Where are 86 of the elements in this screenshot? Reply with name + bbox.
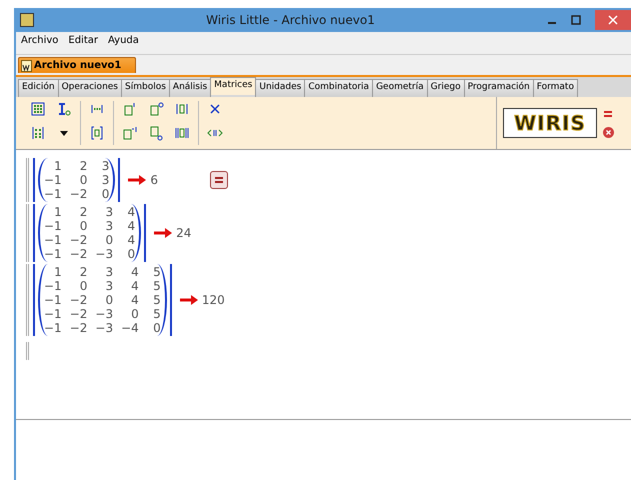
matrix-grid-icon[interactable] <box>30 101 46 117</box>
matrix-entry: −3 <box>95 247 114 261</box>
toolbar-tab[interactable]: Análisis <box>168 79 212 97</box>
matrix-entry: 0 <box>104 293 114 307</box>
result-value: 24 <box>176 226 192 240</box>
toolbar-tab[interactable]: Formato <box>532 79 578 97</box>
arrow-icon <box>128 175 146 185</box>
matrix-entry: −1 <box>44 307 62 321</box>
result-value: 6 <box>150 173 158 187</box>
toolbar-tab[interactable]: Operaciones <box>58 79 122 97</box>
toolbar-tab[interactable]: Geometría <box>372 79 428 97</box>
result-value: 120 <box>202 293 225 307</box>
menu-item[interactable]: Editar <box>67 35 99 51</box>
matrix-entry: 2 <box>78 159 88 173</box>
matrix-columns-icon[interactable] <box>30 125 46 141</box>
matrix-entry: −1 <box>44 279 62 293</box>
matrix-entry: −2 <box>70 247 88 261</box>
arrow-icon <box>154 228 172 238</box>
matrix-entry: 0 <box>78 219 88 233</box>
matrix-entry: 5 <box>152 307 161 321</box>
logo: WIRIS <box>503 108 597 138</box>
matrix-entry: 5 <box>152 265 161 279</box>
matrix-entry: 0 <box>104 233 114 247</box>
toolbar-tab[interactable]: Símbolos <box>121 79 170 97</box>
toolbar-tab[interactable]: Combinatoria <box>304 79 374 97</box>
matrix-entry: 5 <box>152 279 161 293</box>
close-icon <box>608 15 618 25</box>
calculate-button[interactable] <box>210 171 228 189</box>
arrow-icon <box>180 295 198 305</box>
document-icon <box>21 60 32 72</box>
matrix-entry: −1 <box>44 187 62 201</box>
matrix-entry: 4 <box>126 219 136 233</box>
matrix-entry: −1 <box>44 233 62 247</box>
matrix-entry: −2 <box>70 321 88 335</box>
equals-icon <box>214 176 224 184</box>
matrix-entry: 0 <box>78 279 88 293</box>
equals-icon[interactable] <box>603 108 613 118</box>
bracket-box-icon[interactable] <box>89 125 105 141</box>
document-tab[interactable]: Archivo nuevo1 <box>18 57 136 73</box>
menu-item[interactable]: Ayuda <box>107 35 140 51</box>
matrix-entry: 1 <box>53 265 62 279</box>
matrix-entry: 3 <box>104 219 114 233</box>
toolbar-tab[interactable]: Edición <box>18 79 59 97</box>
matrix-entry: 0 <box>100 187 110 201</box>
matrix-entry: −1 <box>44 173 62 187</box>
subscript-box-icon[interactable] <box>148 125 164 141</box>
matrix-entry: −1 <box>44 219 62 233</box>
matrix-entry: 0 <box>126 247 136 261</box>
matrix-entry: −2 <box>70 307 88 321</box>
matrix-entry: 4 <box>130 265 139 279</box>
matrix-entry: 3 <box>104 279 114 293</box>
matrix-entry: 2 <box>78 265 88 279</box>
toolbar-tab[interactable]: Unidades <box>255 79 306 97</box>
toolbar-tab[interactable]: Matrices <box>210 77 256 95</box>
close-button[interactable] <box>595 10 631 30</box>
matrix-entry: 0 <box>78 173 88 187</box>
toolbar-tab[interactable]: Griego <box>426 79 465 97</box>
matrix-entry: 4 <box>126 205 136 219</box>
matrix-entry: 0 <box>130 307 139 321</box>
matrix-entry: 3 <box>100 173 110 187</box>
matrix-entry: −1 <box>44 247 62 261</box>
matrix-entry: 2 <box>78 205 88 219</box>
window-title: Wiris Little - Archivo nuevo1 <box>205 13 376 27</box>
matrix-entry: 3 <box>100 159 110 173</box>
matrix-entry: −3 <box>95 307 114 321</box>
matrix-entry: 1 <box>53 159 62 173</box>
matrix-entry: 3 <box>104 205 114 219</box>
matrix-entry: −2 <box>70 187 88 201</box>
matrix-entry: −2 <box>70 233 88 247</box>
maximize-icon[interactable] <box>571 15 581 25</box>
matrix-entry: 0 <box>152 321 161 335</box>
matrix-entry: 4 <box>126 233 136 247</box>
toolbar-tab[interactable]: Programación <box>464 79 534 97</box>
matrix-entry: 1 <box>53 205 62 219</box>
matrix-entry: −3 <box>95 321 114 335</box>
matrix-entry: −2 <box>70 293 88 307</box>
menu-item[interactable]: Archivo <box>20 35 60 51</box>
matrix-entry: −4 <box>121 321 139 335</box>
close-icon[interactable] <box>603 126 614 138</box>
matrix-entry: −1 <box>44 321 62 335</box>
matrix-entry: 5 <box>152 293 161 307</box>
matrix-entry: 3 <box>104 265 114 279</box>
matrix-entry: −1 <box>44 293 62 307</box>
matrix-entry: 4 <box>130 279 139 293</box>
app-icon <box>20 13 34 27</box>
matrix-entry: 4 <box>130 293 139 307</box>
